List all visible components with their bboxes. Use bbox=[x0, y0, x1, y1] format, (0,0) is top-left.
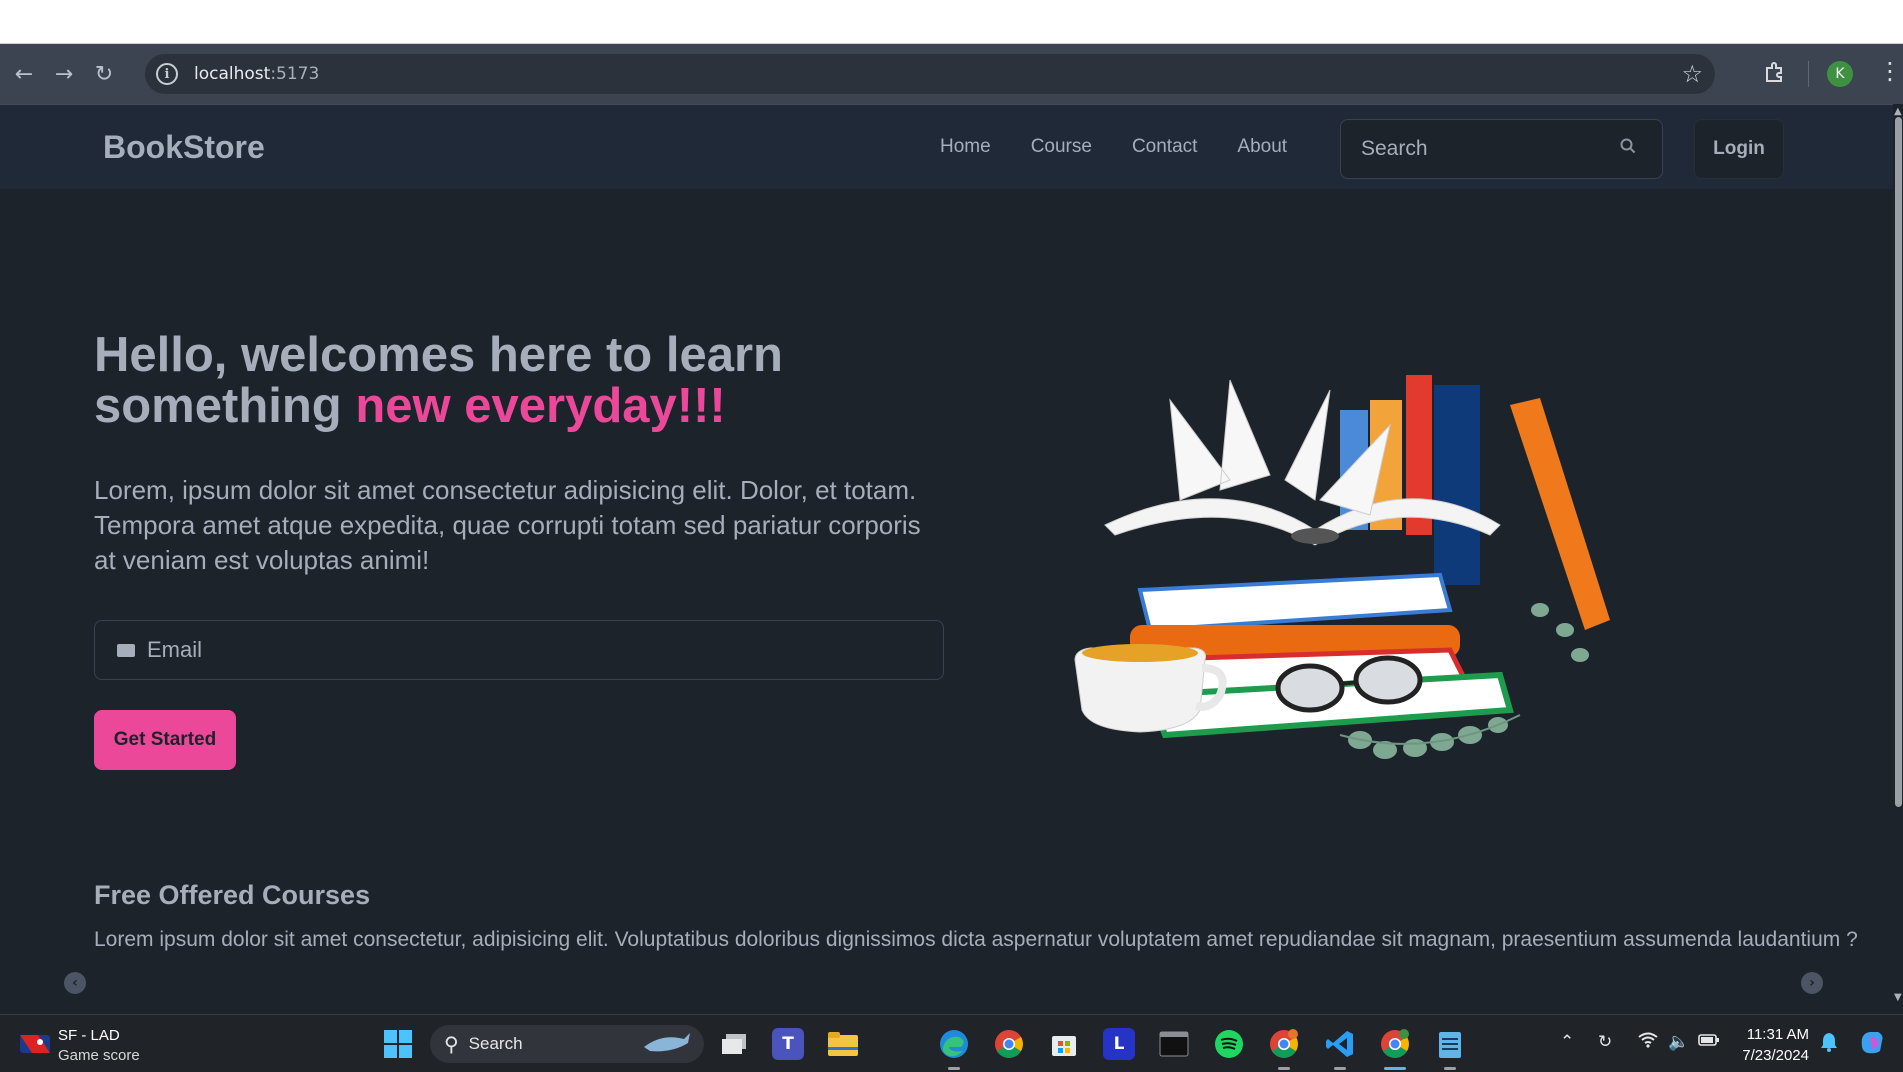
sync-icon[interactable]: ↻ bbox=[1598, 1032, 1612, 1052]
email-field bbox=[94, 620, 944, 680]
chrome-profile-icon[interactable] bbox=[1268, 1028, 1300, 1060]
notepad-running-indicator bbox=[1444, 1067, 1456, 1070]
mail-icon bbox=[117, 643, 135, 657]
browser-toolbar: ← → ↻ i localhost:5173 ☆ K ⋮ bbox=[0, 44, 1903, 104]
vscode-running-indicator bbox=[1334, 1067, 1346, 1070]
chrome-active-icon[interactable] bbox=[1379, 1028, 1411, 1060]
terminal-icon[interactable] bbox=[1158, 1028, 1190, 1060]
nav-course[interactable]: Course bbox=[1031, 136, 1092, 158]
chrome-profile-running-indicator bbox=[1278, 1067, 1290, 1070]
notepad-icon[interactable] bbox=[1434, 1028, 1466, 1060]
site-navbar: BookStore Home Course Contact About Logi… bbox=[0, 104, 1893, 189]
get-started-button[interactable]: Get Started bbox=[94, 710, 236, 770]
hero-heading-accent: new everyday!!! bbox=[355, 379, 726, 433]
carousel-next-icon[interactable]: › bbox=[1801, 972, 1823, 994]
carousel-prev-icon[interactable]: ‹ bbox=[64, 972, 86, 994]
site-info-icon[interactable]: i bbox=[156, 63, 178, 85]
toolbar-separator bbox=[1808, 61, 1809, 87]
edge-icon[interactable] bbox=[938, 1028, 970, 1060]
nav-contact[interactable]: Contact bbox=[1132, 136, 1197, 158]
login-button[interactable]: Login bbox=[1694, 119, 1784, 179]
l-app-icon[interactable]: L bbox=[1103, 1028, 1135, 1060]
chrome-icon[interactable] bbox=[993, 1028, 1025, 1060]
brand-logo[interactable]: BookStore bbox=[103, 129, 265, 166]
search-icon[interactable] bbox=[1620, 138, 1636, 159]
url-host: localhost bbox=[194, 64, 271, 84]
hero-description: Lorem, ipsum dolor sit amet consectetur … bbox=[94, 475, 921, 575]
profile-avatar[interactable]: K bbox=[1827, 61, 1853, 87]
bookmark-star-icon[interactable]: ☆ bbox=[1681, 60, 1703, 88]
taskbar-search-icon: ⚲ bbox=[444, 1032, 459, 1056]
edge-running-indicator bbox=[948, 1067, 960, 1070]
email-input[interactable] bbox=[147, 637, 907, 663]
teams-icon[interactable]: T bbox=[772, 1028, 804, 1060]
back-icon[interactable]: ← bbox=[6, 56, 42, 92]
courses-description: Lorem ipsum dolor sit amet consectetur, … bbox=[94, 928, 1858, 951]
nav-menu: Home Course Contact About bbox=[940, 136, 1287, 158]
window-top-strip bbox=[0, 0, 1903, 44]
chrome-active-indicator bbox=[1384, 1067, 1406, 1070]
tray-overflow-icon[interactable]: ⌃ bbox=[1560, 1032, 1574, 1052]
widget-title[interactable]: SF - LAD bbox=[58, 1027, 120, 1044]
clock-date[interactable]: 7/23/2024 bbox=[1735, 1047, 1809, 1064]
taskbar-search[interactable]: ⚲ Search bbox=[430, 1025, 704, 1063]
scroll-down-arrow-icon[interactable]: ▼ bbox=[1894, 992, 1902, 1003]
task-view-icon[interactable] bbox=[718, 1028, 750, 1060]
microsoft-store-icon[interactable] bbox=[1048, 1028, 1080, 1060]
extensions-icon[interactable] bbox=[1760, 57, 1790, 87]
vscode-icon[interactable] bbox=[1324, 1028, 1356, 1060]
nav-home[interactable]: Home bbox=[940, 136, 991, 158]
hero-heading: Hello, welcomes here to learn something … bbox=[94, 330, 854, 432]
courses-heading: Free Offered Courses bbox=[94, 880, 371, 910]
taskbar-search-label: Search bbox=[468, 1034, 523, 1053]
address-bar[interactable]: i localhost:5173 ☆ bbox=[145, 54, 1715, 94]
address-url[interactable]: localhost:5173 bbox=[194, 64, 319, 84]
nav-about[interactable]: About bbox=[1237, 136, 1287, 158]
books-illustration bbox=[1074, 375, 1610, 759]
battery-icon[interactable] bbox=[1698, 1032, 1720, 1052]
scrollbar-thumb[interactable] bbox=[1895, 117, 1902, 807]
mlb-logo-icon[interactable] bbox=[20, 1035, 50, 1053]
volume-icon[interactable]: 🔈 bbox=[1668, 1032, 1689, 1052]
taskbar: SF - LAD Game score ⚲ Search T L ⌃ ↻ 🔈 1… bbox=[0, 1014, 1903, 1072]
scroll-up-arrow-icon[interactable]: ▲ bbox=[1894, 106, 1902, 117]
copilot-icon[interactable] bbox=[1858, 1029, 1886, 1060]
widget-subtitle: Game score bbox=[58, 1047, 140, 1064]
browser-menu-icon[interactable]: ⋮ bbox=[1878, 57, 1902, 85]
url-port: :5173 bbox=[270, 64, 320, 84]
clock-time[interactable]: 11:31 AM bbox=[1745, 1026, 1809, 1043]
forward-icon[interactable]: → bbox=[46, 56, 82, 92]
spotify-icon[interactable] bbox=[1213, 1028, 1245, 1060]
reload-icon[interactable]: ↻ bbox=[86, 56, 122, 92]
file-explorer-icon[interactable] bbox=[827, 1028, 859, 1060]
notification-bell-icon[interactable] bbox=[1820, 1032, 1838, 1057]
shark-search-highlight-icon bbox=[644, 1033, 690, 1052]
site-search bbox=[1340, 119, 1663, 179]
windows-start-icon[interactable] bbox=[382, 1028, 414, 1060]
search-input[interactable] bbox=[1361, 137, 1601, 161]
wifi-icon[interactable] bbox=[1638, 1032, 1658, 1053]
